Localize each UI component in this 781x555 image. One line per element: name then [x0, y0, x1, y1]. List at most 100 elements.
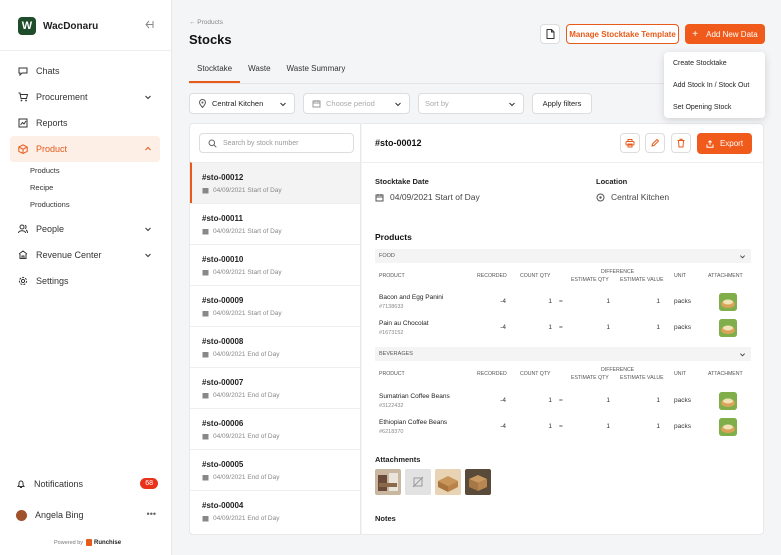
- sidebar-subitem-products[interactable]: Products: [10, 162, 160, 179]
- list-item-number: #sto-00007: [202, 378, 244, 387]
- row-product-name: Sumatrian Coffee Beans: [379, 393, 450, 400]
- attachment-thumbnail[interactable]: [719, 293, 737, 311]
- chevron-down-icon: [145, 253, 151, 258]
- row-count-qty: 1: [548, 397, 552, 404]
- search-input[interactable]: Search by stock number: [199, 133, 354, 153]
- chart-icon: [18, 118, 28, 128]
- attachments-title: Attachments: [375, 455, 421, 464]
- attachment-thumbnail[interactable]: [719, 418, 737, 436]
- list-item-date: 04/09/2021 Start of Day: [213, 228, 282, 235]
- stocktake-detail-panel: #sto-00012 Export Stocktake Date 04/09/2…: [362, 123, 764, 535]
- user-name: Angela Bing: [35, 510, 84, 520]
- row-unit: packs: [674, 423, 691, 430]
- group-header-beverages[interactable]: BEVERAGES: [375, 347, 751, 361]
- attachment-placeholder[interactable]: [405, 469, 431, 495]
- attachment-image[interactable]: [435, 469, 461, 495]
- document-button[interactable]: [540, 24, 560, 44]
- sidebar-divider: [0, 50, 171, 51]
- list-item[interactable]: #sto-00008 04/09/2021 End of Day: [190, 326, 360, 367]
- menu-item-create-stocktake[interactable]: Create Stocktake: [664, 52, 765, 74]
- sidebar-subitem-productions[interactable]: Productions: [10, 196, 160, 213]
- sidebar-item-revenue-center[interactable]: Revenue Center: [10, 242, 160, 268]
- calendar-icon: [202, 229, 209, 235]
- sidebar: W WacDonaru Chats Procurement Reports Pr…: [0, 0, 172, 555]
- add-new-data-menu: Create Stocktake Add Stock In / Stock Ou…: [664, 52, 765, 118]
- breadcrumb[interactable]: ← Products: [189, 19, 223, 26]
- col-recorded: RECORDED: [477, 371, 507, 377]
- list-item-date-row: 04/09/2021 End of Day: [202, 515, 360, 522]
- tab-waste[interactable]: Waste: [240, 59, 278, 83]
- list-item-date: 04/09/2021 End of Day: [213, 351, 280, 358]
- tab-stocktake[interactable]: Stocktake: [189, 59, 241, 83]
- list-item[interactable]: #sto-00007 04/09/2021 End of Day: [190, 367, 360, 408]
- list-item[interactable]: #sto-00011 04/09/2021 Start of Day: [190, 203, 360, 244]
- row-product-name: Bacon and Egg Panini: [379, 294, 444, 301]
- stocktake-date-label: Stocktake Date: [375, 177, 429, 186]
- row-estimate-qty: 1: [606, 324, 610, 331]
- tab-waste-summary[interactable]: Waste Summary: [279, 59, 354, 83]
- sidebar-item-settings[interactable]: Settings: [10, 268, 160, 294]
- export-button[interactable]: Export: [697, 133, 752, 154]
- col-estimate-value: ESTIMATE VALUE: [620, 375, 664, 381]
- list-item[interactable]: #sto-00006 04/09/2021 End of Day: [190, 408, 360, 449]
- list-item-number: #sto-00010: [202, 255, 244, 264]
- list-item-number: #sto-00012: [202, 173, 244, 182]
- manage-stocktake-template-button[interactable]: Manage Stocktake Template: [566, 24, 679, 44]
- document-icon: [546, 29, 554, 39]
- sidebar-item-chats[interactable]: Chats: [10, 58, 160, 84]
- sidebar-subitem-recipe[interactable]: Recipe: [10, 179, 160, 196]
- user-profile[interactable]: Angela Bing •••: [10, 505, 160, 525]
- attachment-thumbnail[interactable]: [719, 319, 737, 337]
- menu-item-add-stock-in-out[interactable]: Add Stock In / Stock Out: [664, 74, 765, 96]
- trash-icon: [677, 138, 685, 148]
- sidebar-item-people[interactable]: People: [10, 216, 160, 242]
- list-item[interactable]: #sto-00004 04/09/2021 End of Day: [190, 490, 360, 531]
- col-product: PRODUCT: [379, 273, 405, 279]
- sidebar-item-label: Chats: [36, 66, 60, 76]
- list-item[interactable]: #sto-00009 04/09/2021 Start of Day: [190, 285, 360, 326]
- brand[interactable]: W WacDonaru: [18, 17, 98, 35]
- col-attachment: ATTACHMENT: [708, 371, 743, 377]
- row-recorded: -4: [500, 423, 506, 430]
- attachment-image[interactable]: [465, 469, 491, 495]
- sidebar-item-label: Product: [36, 144, 68, 154]
- list-item-date-row: 04/09/2021 End of Day: [202, 392, 360, 399]
- add-new-data-button[interactable]: + Add New Data: [685, 24, 765, 44]
- runchise-logo-icon: [86, 539, 93, 546]
- row-product-name: Pain au Chocolat: [379, 320, 429, 327]
- list-item[interactable]: #sto-00010 04/09/2021 Start of Day: [190, 244, 360, 285]
- attachment-thumbnail[interactable]: [719, 392, 737, 410]
- list-item[interactable]: #sto-00005 04/09/2021 End of Day: [190, 449, 360, 490]
- menu-item-set-opening-stock[interactable]: Set Opening Stock: [664, 96, 765, 118]
- attachment-image[interactable]: [375, 469, 401, 495]
- period-select[interactable]: Choose period: [303, 93, 410, 114]
- group-header-food[interactable]: FOOD: [375, 249, 751, 263]
- more-options-icon[interactable]: •••: [147, 509, 156, 519]
- edit-button[interactable]: [645, 133, 665, 153]
- notifications-item[interactable]: Notifications 68: [10, 474, 160, 494]
- location-select[interactable]: Central Kitchen: [189, 93, 295, 114]
- row-equals: =: [559, 397, 563, 404]
- print-button[interactable]: [620, 133, 640, 153]
- apply-filters-button[interactable]: Apply filters: [532, 93, 592, 114]
- row-count-qty: 1: [548, 298, 552, 305]
- row-product-name: Ethiopian Coffee Beans: [379, 419, 448, 426]
- sort-select[interactable]: Sort by: [418, 93, 524, 114]
- row-unit: packs: [674, 324, 691, 331]
- row-recorded: -4: [500, 324, 506, 331]
- row-estimate-qty: 1: [606, 298, 610, 305]
- sidebar-item-procurement[interactable]: Procurement: [10, 84, 160, 110]
- sidebar-item-reports[interactable]: Reports: [10, 110, 160, 136]
- delete-button[interactable]: [671, 133, 691, 153]
- stocktake-list: #sto-00012 04/09/2021 Start of Day #sto-…: [190, 162, 360, 531]
- calendar-icon: [202, 434, 209, 440]
- list-item-number: #sto-00009: [202, 296, 244, 305]
- list-item[interactable]: #sto-00012 04/09/2021 Start of Day: [190, 162, 360, 203]
- list-item-date: 04/09/2021 Start of Day: [213, 269, 282, 276]
- sidebar-item-product[interactable]: Product: [10, 136, 160, 162]
- collapse-sidebar-icon[interactable]: [144, 20, 154, 29]
- powered-by-label: Powered by: [54, 539, 84, 546]
- list-item-date-row: 04/09/2021 Start of Day: [202, 269, 360, 276]
- row-equals: =: [559, 423, 563, 430]
- calendar-icon: [202, 188, 209, 194]
